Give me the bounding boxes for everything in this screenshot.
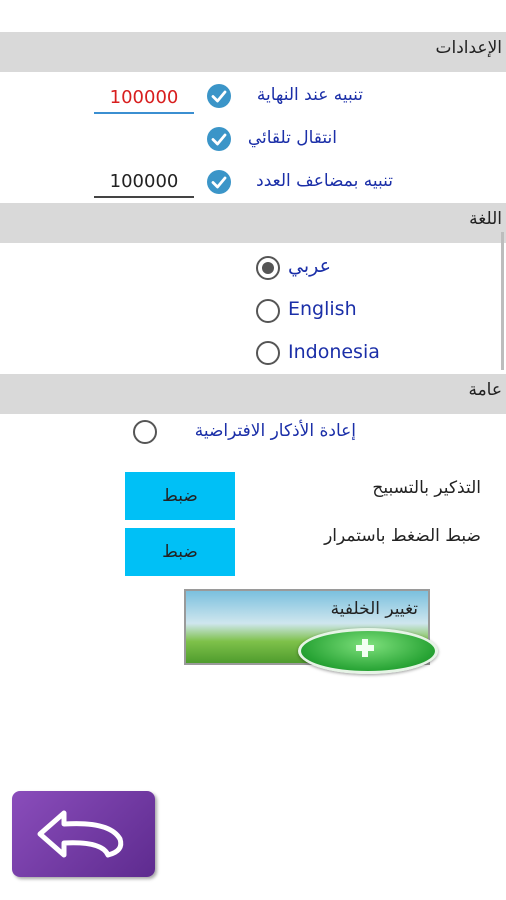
- end-alert-value-input[interactable]: 100000: [94, 84, 194, 114]
- language-header: اللغة: [0, 203, 506, 243]
- language-option-indonesia[interactable]: Indonesia: [288, 341, 380, 363]
- check-icon: [211, 176, 227, 189]
- long-press-label: ضبط الضغط باستمرار: [324, 526, 481, 546]
- reset-defaults-radio[interactable]: [133, 420, 157, 444]
- reset-defaults-label[interactable]: إعادة الأذكار الافتراضية: [195, 421, 356, 441]
- end-alert-checkbox[interactable]: [207, 84, 231, 108]
- settings-header: الإعدادات: [0, 32, 506, 72]
- language-radio-english[interactable]: [256, 299, 280, 323]
- auto-move-label: انتقال تلقائي: [247, 128, 337, 148]
- auto-move-checkbox[interactable]: [207, 127, 231, 151]
- settings-title: الإعدادات: [435, 38, 502, 58]
- end-alert-label: تنبيه عند النهاية: [256, 85, 363, 105]
- back-arrow-icon: [37, 810, 124, 858]
- long-press-set-button[interactable]: ضبط: [125, 528, 235, 576]
- language-radio-indonesia[interactable]: [256, 341, 280, 365]
- language-option-arabic[interactable]: عربي: [288, 255, 331, 277]
- language-scrollbar[interactable]: [501, 232, 504, 370]
- language-radio-arabic[interactable]: [256, 256, 280, 280]
- language-option-english[interactable]: English: [288, 298, 357, 320]
- multiple-alert-label: تنبيه بمضاعف العدد: [256, 171, 393, 191]
- multiple-alert-value-input[interactable]: 100000: [94, 168, 194, 198]
- check-icon: [211, 133, 227, 146]
- plus-icon: [356, 639, 374, 657]
- language-title: اللغة: [469, 209, 502, 229]
- add-background-button[interactable]: [298, 628, 438, 674]
- change-background-label: تغيير الخلفية: [330, 599, 418, 619]
- reminder-label: التذكير بالتسبيح: [372, 478, 481, 498]
- reminder-set-button[interactable]: ضبط: [125, 472, 235, 520]
- check-icon: [211, 90, 227, 103]
- back-button[interactable]: [12, 791, 155, 877]
- general-title: عامة: [468, 380, 502, 400]
- general-header: عامة: [0, 374, 506, 414]
- multiple-alert-checkbox[interactable]: [207, 170, 231, 194]
